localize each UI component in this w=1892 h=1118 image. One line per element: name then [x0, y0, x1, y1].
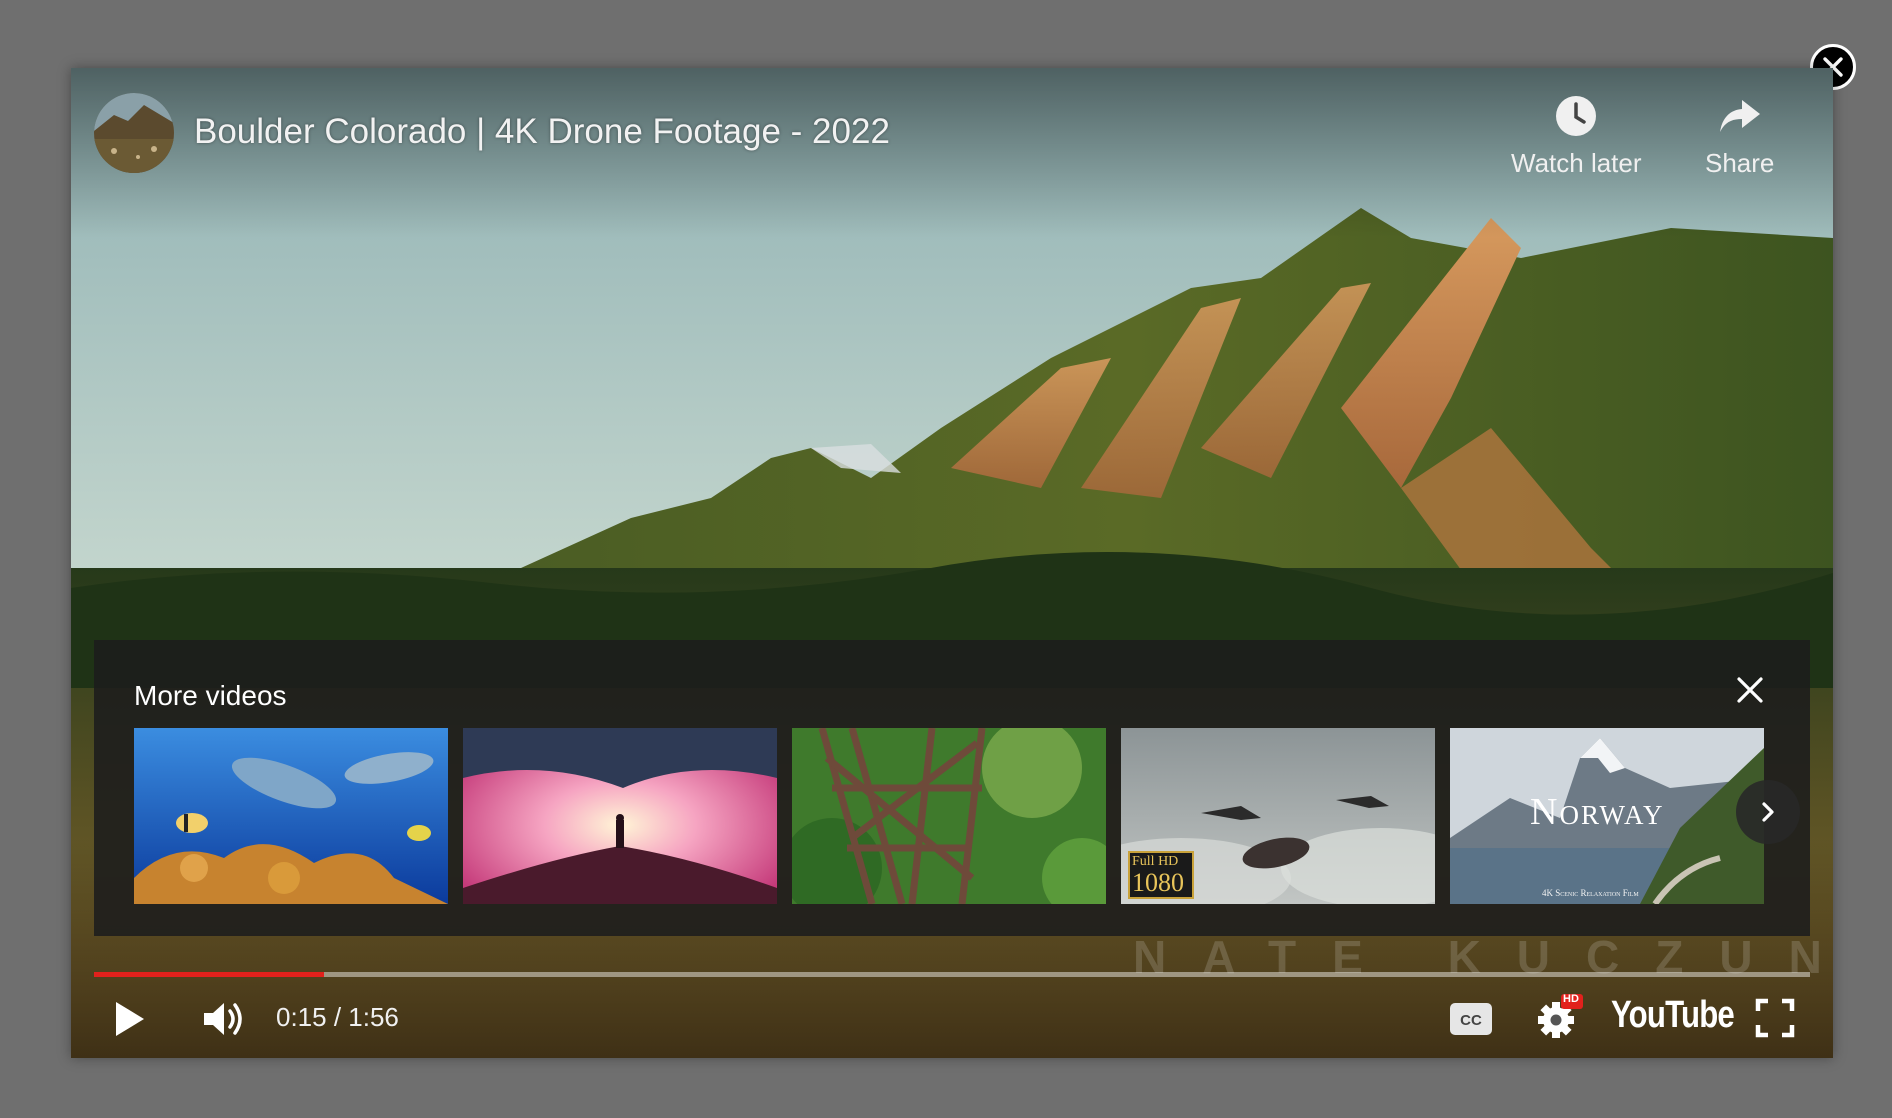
share-button[interactable]: Share	[1705, 94, 1774, 179]
volume-button[interactable]	[199, 994, 249, 1044]
progress-played	[94, 972, 324, 977]
full-hd-badge-bottom: 1080	[1132, 868, 1184, 897]
video-title[interactable]: Boulder Colorado | 4K Drone Footage - 20…	[194, 112, 890, 152]
youtube-logo[interactable]: YouTube	[1611, 994, 1735, 1037]
play-button[interactable]	[107, 994, 153, 1044]
more-videos-heading: More videos	[134, 680, 287, 711]
channel-avatar[interactable]	[94, 93, 174, 173]
chevron-right-icon	[1762, 802, 1774, 822]
share-label: Share	[1705, 148, 1775, 178]
time-display: 0:15 / 1:56	[276, 1002, 399, 1032]
more-videos-close-button[interactable]	[1730, 670, 1770, 710]
video-player[interactable]: NATE KUCZUN Boulder Colorado | 4K Drone …	[71, 68, 1833, 1058]
closed-captions-icon: CC	[1450, 1003, 1492, 1035]
watch-later-label: Watch later	[1511, 148, 1642, 178]
fullscreen-icon	[1755, 998, 1795, 1038]
jets-clouds-thumbnail[interactable]: Full HD 1080	[1121, 728, 1435, 904]
close-icon	[1737, 677, 1763, 703]
volume-icon	[204, 1003, 242, 1035]
clock-icon	[1556, 96, 1597, 136]
next-videos-button[interactable]	[1736, 780, 1800, 844]
norway-overlay-title: Norway	[1530, 791, 1665, 833]
share-arrow-icon	[1719, 100, 1760, 132]
captions-button[interactable]: CC	[1449, 1000, 1493, 1038]
more-videos-panel: More videos Full HD 1080 Norway 4K Sceni…	[94, 640, 1810, 936]
fantasy-sky-thumbnail[interactable]	[463, 728, 777, 904]
underwater-dolphins-thumbnail[interactable]	[134, 728, 448, 904]
watch-later-button[interactable]: Watch later	[1511, 94, 1642, 179]
rusty-bridge-forest-thumbnail[interactable]	[792, 728, 1106, 904]
fullscreen-button[interactable]	[1751, 994, 1799, 1042]
hd-badge: HD	[1563, 993, 1579, 1005]
progress-bar[interactable]	[94, 972, 1810, 977]
settings-button[interactable]: HD	[1531, 992, 1589, 1042]
play-icon	[116, 1002, 144, 1036]
norway-thumbnail[interactable]: Norway 4K Scenic Relaxation Film	[1450, 728, 1764, 904]
svg-text:CC: CC	[1460, 1012, 1482, 1029]
norway-overlay-subtitle: 4K Scenic Relaxation Film	[1542, 888, 1639, 898]
